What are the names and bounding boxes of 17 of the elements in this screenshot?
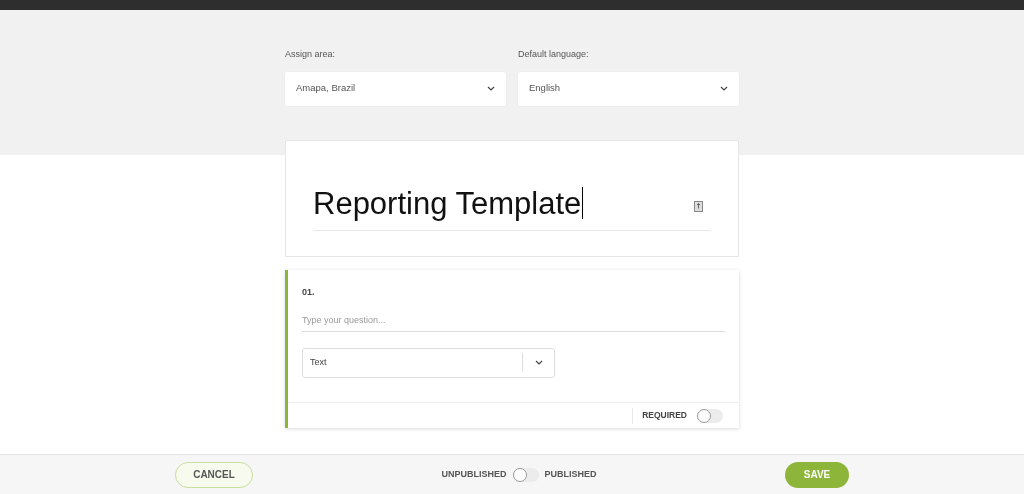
- select-field[interactable]: Amapa, Brazil: [285, 71, 506, 106]
- type-select[interactable]: Text: [302, 347, 555, 378]
- upload-icon[interactable]: [694, 200, 703, 212]
- chevron-down-icon: [487, 86, 495, 91]
- unpublished-label: UNPUBLISHED: [441, 467, 507, 481]
- chevron-down-icon: [534, 360, 543, 365]
- question-field[interactable]: Type your question...: [302, 309, 725, 332]
- field-label: Default language:: [518, 48, 590, 61]
- published-label: PUBLISHED: [544, 467, 597, 481]
- chevron-down-icon: [720, 86, 728, 91]
- select-field[interactable]: English: [518, 71, 739, 106]
- required-toggle[interactable]: [697, 408, 723, 423]
- required-label: REQUIRED: [642, 409, 687, 422]
- question-number: 01.: [302, 286, 316, 299]
- publish-toggle[interactable]: [512, 467, 539, 482]
- field-label: Assign area:: [285, 48, 337, 61]
- cancel-button[interactable]: CANCEL: [175, 461, 253, 488]
